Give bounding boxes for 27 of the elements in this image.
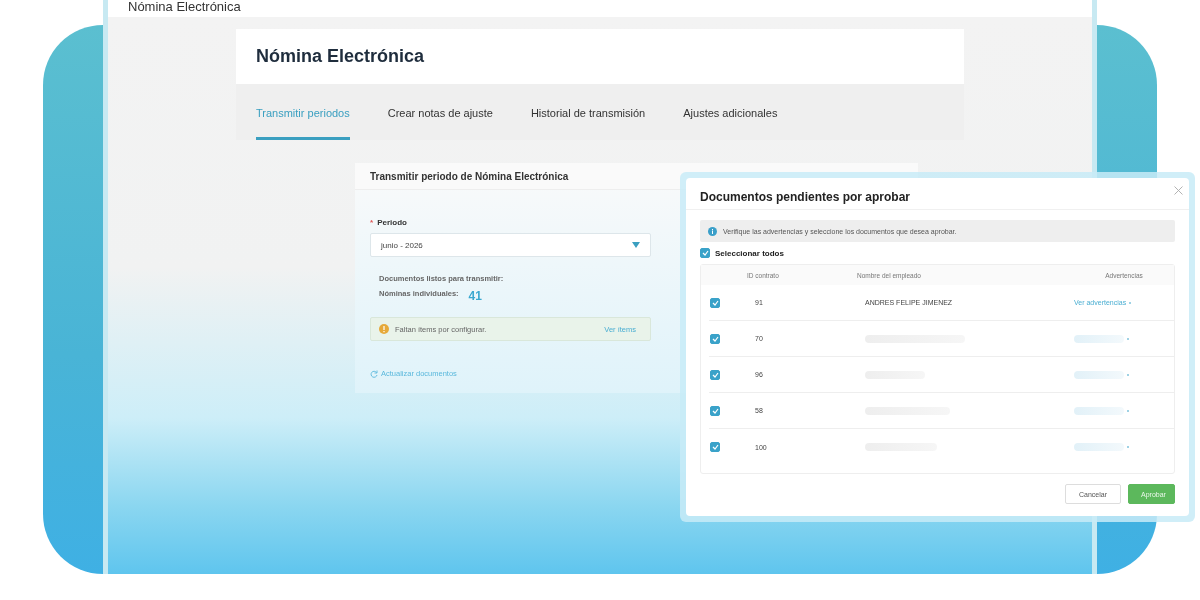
row-checkbox[interactable]: [710, 405, 720, 416]
card-title: Transmitir periodo de Nómina Electrónica: [370, 170, 569, 182]
refresh-icon: [370, 369, 378, 378]
row-checkbox[interactable]: [710, 297, 720, 308]
loading-placeholder: [1074, 443, 1124, 451]
tab[interactable]: Ajustes adicionales: [683, 84, 778, 140]
window-title: Nómina Electrónica: [128, 0, 241, 13]
select-all-checkbox[interactable]: [700, 248, 710, 258]
page-title: Nómina Electrónica: [256, 46, 425, 67]
dialog-title: Documentos pendientes por aprobar: [700, 190, 911, 204]
required-mark: *: [370, 218, 374, 227]
loading-placeholder: [1074, 370, 1124, 379]
field-label: Periodo: [377, 218, 407, 227]
loading-placeholder: [1074, 334, 1124, 343]
select-all-label: Seleccionar todos: [715, 248, 784, 258]
close-icon[interactable]: [1174, 186, 1183, 195]
period-select[interactable]: junio - 2026: [370, 233, 651, 257]
count-value: 41: [468, 289, 482, 303]
row-checkbox[interactable]: [710, 442, 720, 452]
tab[interactable]: Crear notas de ajuste: [387, 84, 493, 140]
loading-placeholder: [1074, 406, 1124, 415]
row-checkbox[interactable]: [710, 333, 720, 344]
warning-icon: [379, 324, 389, 334]
row-checkbox[interactable]: [710, 369, 720, 380]
tab[interactable]: Historial de transmisión: [530, 84, 646, 140]
info-icon: [708, 226, 717, 236]
caret-icon: [632, 242, 640, 248]
